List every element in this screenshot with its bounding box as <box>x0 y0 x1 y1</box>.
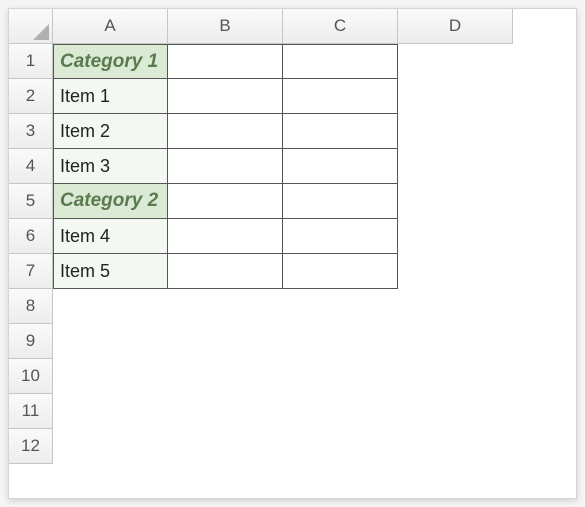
cell-C10[interactable] <box>283 359 398 394</box>
cell-A10[interactable] <box>53 359 168 394</box>
cell-B8[interactable] <box>168 289 283 324</box>
cell-A12[interactable] <box>53 429 168 464</box>
cell-D1[interactable] <box>398 44 513 79</box>
cell-C2[interactable] <box>283 79 398 114</box>
cell-B11[interactable] <box>168 394 283 429</box>
cell-C12[interactable] <box>283 429 398 464</box>
cell-C6[interactable] <box>283 219 398 254</box>
col-header-D[interactable]: D <box>398 9 513 44</box>
cell-D3[interactable] <box>398 114 513 149</box>
spreadsheet-grid: A B C D 1 Category 1 2 Item 1 3 Item 2 4… <box>9 9 576 464</box>
cell-B10[interactable] <box>168 359 283 394</box>
cell-D7[interactable] <box>398 254 513 289</box>
cell-D5[interactable] <box>398 184 513 219</box>
cell-C4[interactable] <box>283 149 398 184</box>
row-header-11[interactable]: 11 <box>9 394 53 429</box>
cell-C7[interactable] <box>283 254 398 289</box>
row-header-7[interactable]: 7 <box>9 254 53 289</box>
col-header-C[interactable]: C <box>283 9 398 44</box>
cell-A4[interactable]: Item 3 <box>53 149 168 184</box>
cell-B12[interactable] <box>168 429 283 464</box>
row-header-6[interactable]: 6 <box>9 219 53 254</box>
cell-B6[interactable] <box>168 219 283 254</box>
col-header-B[interactable]: B <box>168 9 283 44</box>
row-header-9[interactable]: 9 <box>9 324 53 359</box>
cell-A11[interactable] <box>53 394 168 429</box>
cell-D8[interactable] <box>398 289 513 324</box>
cell-A2[interactable]: Item 1 <box>53 79 168 114</box>
row-header-10[interactable]: 10 <box>9 359 53 394</box>
cell-C8[interactable] <box>283 289 398 324</box>
cell-A3[interactable]: Item 2 <box>53 114 168 149</box>
spreadsheet-container: A B C D 1 Category 1 2 Item 1 3 Item 2 4… <box>8 8 577 499</box>
cell-D10[interactable] <box>398 359 513 394</box>
cell-C3[interactable] <box>283 114 398 149</box>
select-all-corner[interactable] <box>9 9 53 44</box>
cell-A5[interactable]: Category 2 <box>53 184 168 219</box>
row-header-4[interactable]: 4 <box>9 149 53 184</box>
cell-B9[interactable] <box>168 324 283 359</box>
cell-D2[interactable] <box>398 79 513 114</box>
cell-B2[interactable] <box>168 79 283 114</box>
cell-B4[interactable] <box>168 149 283 184</box>
row-header-5[interactable]: 5 <box>9 184 53 219</box>
cell-D11[interactable] <box>398 394 513 429</box>
row-header-12[interactable]: 12 <box>9 429 53 464</box>
cell-A6[interactable]: Item 4 <box>53 219 168 254</box>
row-header-3[interactable]: 3 <box>9 114 53 149</box>
cell-A9[interactable] <box>53 324 168 359</box>
cell-A1[interactable]: Category 1 <box>53 44 168 79</box>
col-header-A[interactable]: A <box>53 9 168 44</box>
row-header-1[interactable]: 1 <box>9 44 53 79</box>
cell-B1[interactable] <box>168 44 283 79</box>
cell-D9[interactable] <box>398 324 513 359</box>
cell-C1[interactable] <box>283 44 398 79</box>
cell-A7[interactable]: Item 5 <box>53 254 168 289</box>
cell-D6[interactable] <box>398 219 513 254</box>
cell-C5[interactable] <box>283 184 398 219</box>
cell-B5[interactable] <box>168 184 283 219</box>
cell-B7[interactable] <box>168 254 283 289</box>
cell-B3[interactable] <box>168 114 283 149</box>
cell-C9[interactable] <box>283 324 398 359</box>
cell-C11[interactable] <box>283 394 398 429</box>
cell-D4[interactable] <box>398 149 513 184</box>
cell-D12[interactable] <box>398 429 513 464</box>
cell-A8[interactable] <box>53 289 168 324</box>
row-header-8[interactable]: 8 <box>9 289 53 324</box>
row-header-2[interactable]: 2 <box>9 79 53 114</box>
